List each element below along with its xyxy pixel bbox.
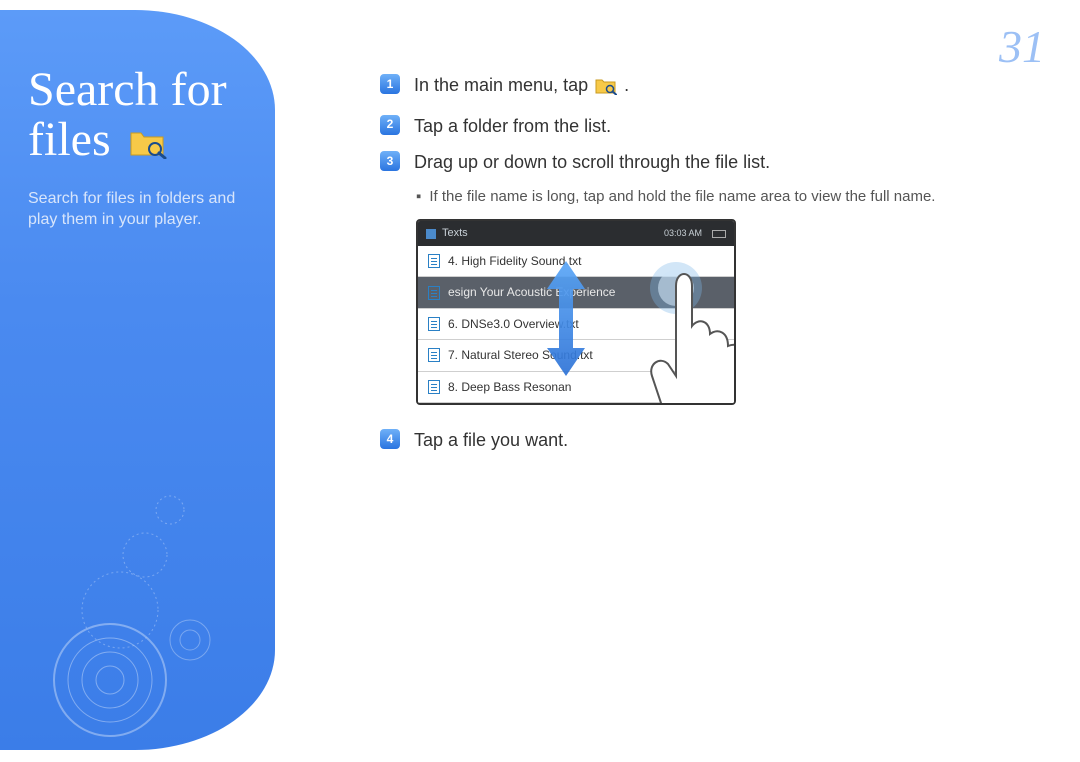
- file-name: esign Your Acoustic Experience: [448, 282, 615, 302]
- device-header: Texts 03:03 AM: [418, 221, 734, 246]
- folder-search-icon: [595, 74, 617, 105]
- step-2: 2 Tap a folder from the list.: [380, 111, 1040, 142]
- sidebar: Search for files Search for files in fol…: [0, 10, 275, 750]
- bullet-icon: ▪: [416, 184, 421, 210]
- page-title: Search for files: [28, 65, 247, 170]
- step-badge-1: 1: [380, 74, 400, 94]
- device-illustration: Texts 03:03 AM 4. High Fidelity Sound.tx…: [416, 219, 736, 405]
- document-icon: [428, 380, 440, 394]
- document-icon: [428, 317, 440, 331]
- step-badge-2: 2: [380, 115, 400, 135]
- step-4-text: Tap a file you want.: [414, 425, 568, 456]
- document-icon: [428, 348, 440, 362]
- step-1: 1 In the main menu, tap .: [380, 70, 1040, 105]
- step-2-text: Tap a folder from the list.: [414, 111, 611, 142]
- decorative-circles: [40, 460, 260, 740]
- folder-search-icon: [129, 119, 167, 169]
- step-badge-3: 3: [380, 151, 400, 171]
- main-content: 1 In the main menu, tap . 2 Tap a folder…: [380, 70, 1040, 462]
- step-3-note: ▪ If the file name is long, tap and hold…: [416, 184, 1040, 210]
- document-icon: [428, 254, 440, 268]
- step-3-text: Drag up or down to scroll through the fi…: [414, 147, 770, 178]
- battery-icon: [712, 230, 726, 238]
- step-3-note-text: If the file name is long, tap and hold t…: [429, 184, 935, 210]
- step-badge-4: 4: [380, 429, 400, 449]
- document-icon: [428, 286, 440, 300]
- scroll-arrow-icon: [543, 261, 589, 376]
- step-1-text: In the main menu, tap .: [414, 70, 629, 105]
- title-line1: Search for: [28, 63, 227, 116]
- header-label: Texts: [442, 224, 468, 243]
- header-app-icon: [426, 229, 436, 239]
- hand-pointer-icon: [638, 256, 736, 405]
- page-subtitle: Search for files in folders and play the…: [28, 188, 247, 231]
- step-4: 4 Tap a file you want.: [380, 425, 1040, 456]
- step-3: 3 Drag up or down to scroll through the …: [380, 147, 1040, 178]
- page-number: 31: [999, 20, 1045, 73]
- file-name: 8. Deep Bass Resonan: [448, 377, 571, 397]
- header-time: 03:03 AM: [664, 226, 702, 241]
- title-line2: files: [28, 113, 111, 166]
